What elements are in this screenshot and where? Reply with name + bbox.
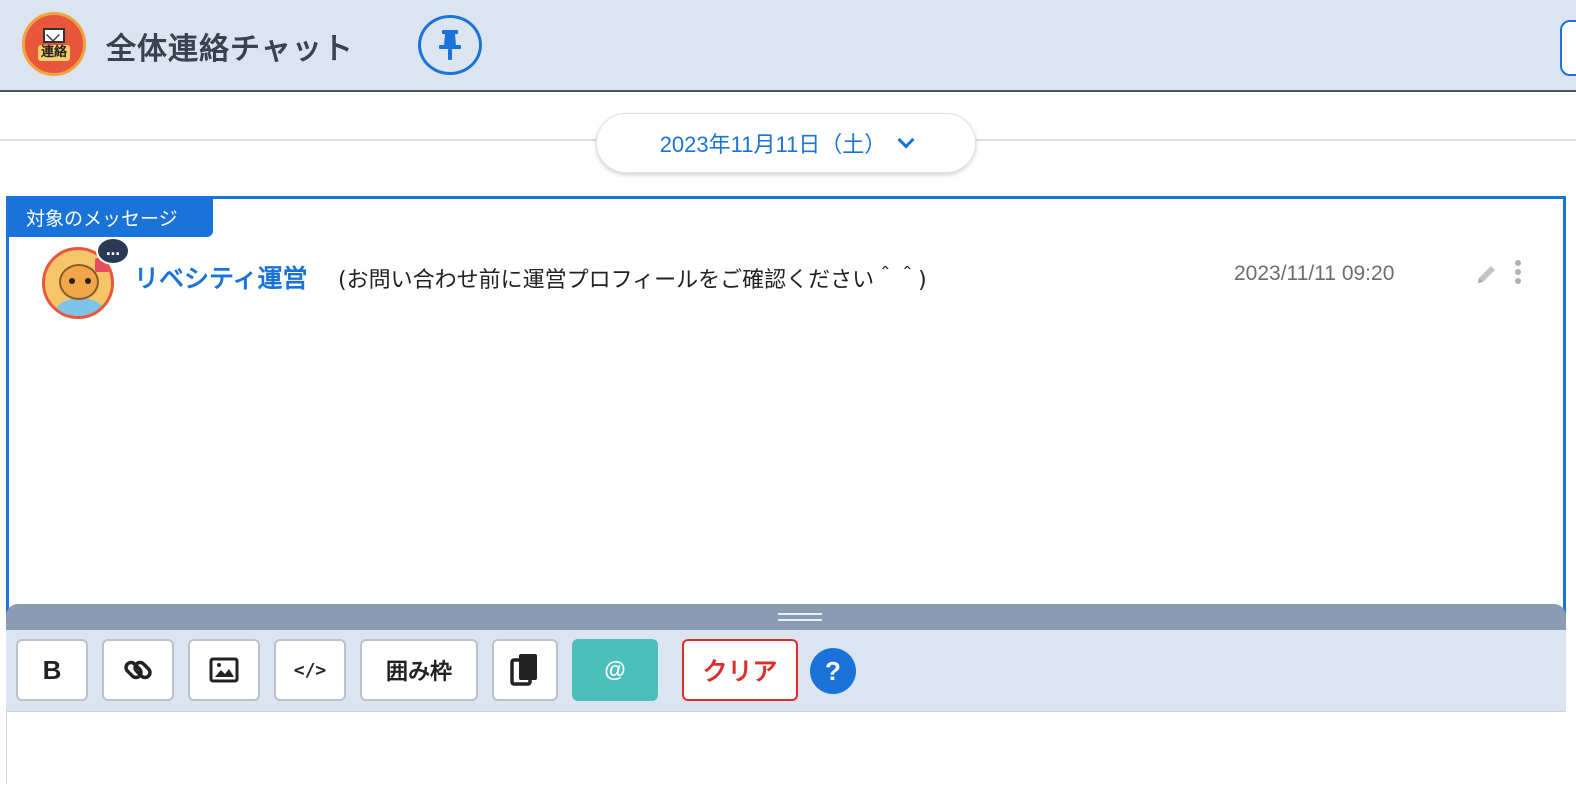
copy-icon: [510, 654, 537, 686]
pin-icon: [439, 30, 461, 60]
chat-header: 連絡 全体連絡チャット: [0, 0, 1576, 92]
copy-button[interactable]: [492, 639, 558, 701]
channel-icon: 連絡: [22, 12, 86, 76]
status-bubble: …: [96, 237, 130, 265]
help-icon[interactable]: ?: [810, 648, 856, 694]
sender-note: (お問い合わせ前に運営プロフィールをご確認ください＾＾): [338, 268, 927, 293]
target-message-label: 対象のメッセージ: [6, 197, 213, 237]
date-selector[interactable]: 2023年11月11日（土）: [596, 113, 976, 173]
editor-resize-handle[interactable]: [6, 604, 1566, 630]
sender-name[interactable]: リベシティ運営: [134, 259, 308, 295]
channel-title: 全体連絡チャット: [106, 32, 354, 67]
image-button[interactable]: [188, 639, 260, 701]
chevron-down-icon: [897, 131, 915, 149]
mention-button[interactable]: @: [572, 639, 658, 701]
grip-icon: [778, 613, 822, 621]
frame-button[interactable]: 囲み枠: [360, 639, 478, 701]
pin-button[interactable]: [418, 15, 482, 75]
date-label: 2023年11月11日（土）: [659, 132, 887, 157]
editor-toolbar: B </> 囲み枠 @ クリア ?: [6, 630, 1566, 712]
link-button[interactable]: [102, 639, 174, 701]
channel-icon-text: 連絡: [37, 44, 70, 61]
envelope-icon: [43, 27, 65, 43]
clear-button[interactable]: クリア: [682, 639, 798, 701]
message-timestamp: 2023/11/11 09:20: [1234, 262, 1395, 285]
link-icon: [124, 660, 152, 680]
header-right-button[interactable]: [1560, 20, 1576, 76]
pencil-icon[interactable]: [1474, 262, 1500, 288]
bold-button[interactable]: B: [16, 639, 88, 701]
image-icon: [209, 657, 239, 683]
more-vertical-icon[interactable]: [1508, 258, 1528, 288]
message-editor[interactable]: [6, 712, 1566, 784]
code-button[interactable]: </>: [274, 639, 346, 701]
